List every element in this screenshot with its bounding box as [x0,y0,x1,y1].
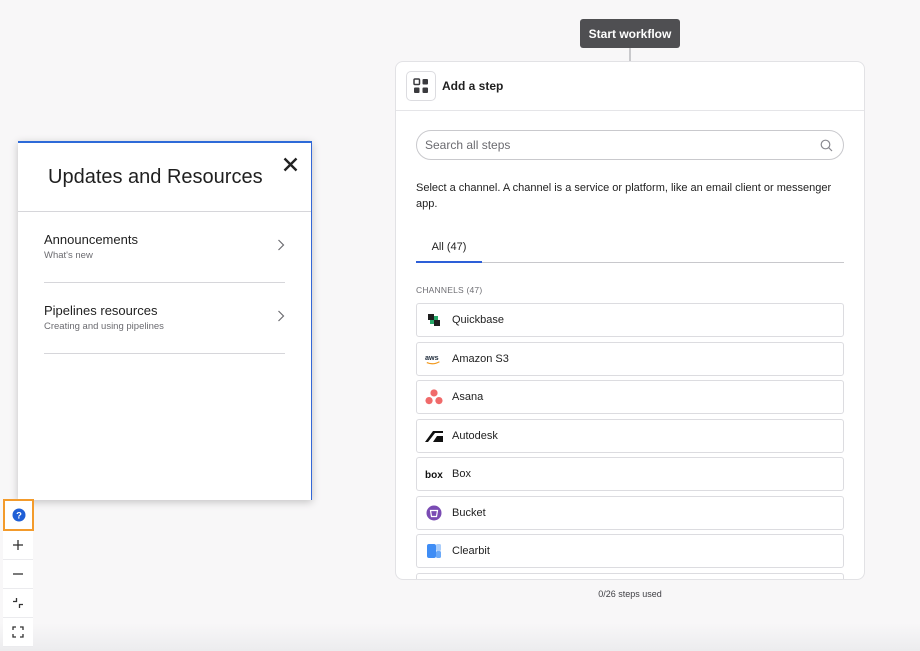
canvas-bottom-shade [0,623,920,651]
svg-text:box: box [425,470,443,480]
search-icon[interactable] [820,139,833,152]
channel-item-partial[interactable] [416,572,844,579]
quickbase-icon [425,311,443,329]
steps-used-counter: 0/26 steps used [598,589,662,599]
tab-all[interactable]: All (47) [416,238,482,263]
channel-item-asana[interactable]: Asana [416,380,844,414]
clearbit-icon [425,542,443,560]
chevron-right-icon [278,310,285,322]
channel-label: Clearbit [452,545,490,557]
resource-item-announcements[interactable]: Announcements What's new [44,212,285,283]
search-steps-box [416,130,844,160]
add-step-panel: Add a step Select a channel. A channel i… [395,61,865,580]
channel-item-clearbit[interactable]: Clearbit [416,534,844,568]
fullscreen-icon [12,626,24,638]
updates-title: Updates and Resources [48,166,263,188]
workflow-connector [629,48,631,61]
close-icon [283,157,297,171]
channels-section-label: CHANNELS (47) [416,285,483,295]
channel-label: Quickbase [452,314,504,326]
help-icon: ? [12,508,25,522]
channel-description: Select a channel. A channel is a service… [416,182,832,210]
fit-view-button[interactable] [3,589,33,618]
channel-label: Autodesk [452,429,498,442]
channel-item-autodesk[interactable]: Autodesk [416,418,844,453]
search-steps-input[interactable] [417,131,843,159]
updates-resources-panel: Updates and Resources Announcements What… [18,141,312,500]
resource-subtitle: Creating and using pipelines [44,321,164,332]
channel-item-quickbase[interactable]: Quickbase [416,303,844,337]
aws-icon: aws [425,350,443,368]
channel-label: Asana [452,391,484,403]
channel-item-bucket[interactable]: Bucket [416,495,844,530]
autodesk-icon [425,427,443,445]
canvas-tool-strip: ? [3,499,34,647]
chevron-right-icon [278,239,285,251]
channel-label: Amazon S3 [452,352,509,365]
resource-title: Announcements [44,232,138,247]
channel-label: Box [452,468,471,480]
channel-item-box[interactable]: box Box [416,457,844,491]
updates-header: Updates and Resources [18,143,311,212]
minus-icon [13,573,23,575]
help-button[interactable]: ? [3,499,34,531]
fullscreen-button[interactable] [3,618,33,647]
add-step-header: Add a step [396,62,864,111]
channel-label: Bucket [452,506,486,519]
asana-icon [425,388,443,406]
zoom-in-button[interactable] [3,531,33,560]
svg-text:?: ? [16,511,22,522]
box-icon: box [425,465,443,483]
zoom-out-button[interactable] [3,560,33,589]
resource-subtitle: What's new [44,250,93,261]
plus-icon [13,540,23,550]
resource-item-pipelines[interactable]: Pipelines resources Creating and using p… [44,283,285,354]
grid-icon [406,71,436,101]
bucket-icon [425,504,443,522]
add-step-title: Add a step [442,79,504,93]
channel-tabs: All (47) [416,238,844,263]
collapse-icon [13,598,23,608]
channel-item-amazon-s3[interactable]: aws Amazon S3 [416,341,844,376]
resource-title: Pipelines resources [44,303,158,318]
start-workflow-node[interactable]: Start workflow [580,19,680,48]
svg-text:aws: aws [425,352,439,361]
channel-list[interactable]: Quickbase aws Amazon S3 Asana Autodesk b… [416,303,844,579]
close-button[interactable] [279,153,301,175]
